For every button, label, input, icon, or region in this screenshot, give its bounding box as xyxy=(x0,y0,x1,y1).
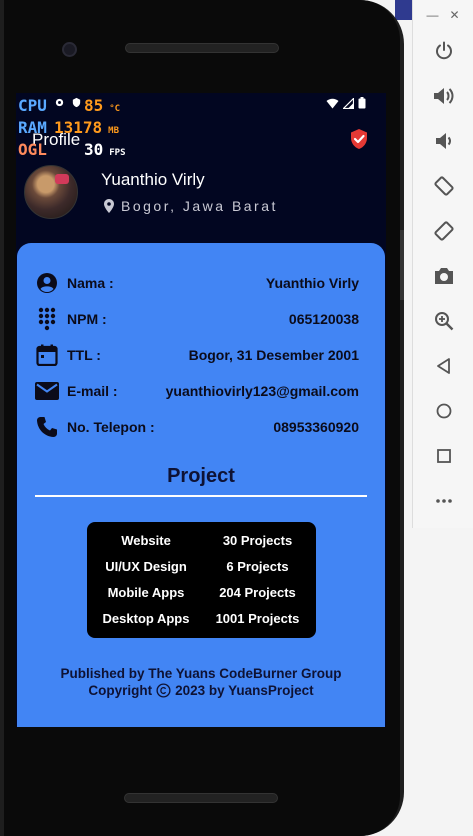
status-system-icons xyxy=(326,97,366,109)
camera-icon xyxy=(435,268,453,284)
wifi-icon xyxy=(326,98,339,108)
perf-unit: MB xyxy=(108,126,120,136)
profile-header: Yuanthio Virly Bogor, Jawa Barat xyxy=(24,165,384,221)
perf-row-ram: RAM 13178 MB xyxy=(18,117,126,139)
avatar[interactable] xyxy=(24,165,78,219)
zoom-icon xyxy=(435,312,454,331)
project-row: UI/UX Design 6 Projects xyxy=(87,553,316,579)
info-row-ttl: TTL : Bogor, 31 Desember 2001 xyxy=(35,337,359,373)
back-triangle-icon xyxy=(437,358,450,374)
project-count: 204 Projects xyxy=(219,584,296,600)
info-value: 08953360920 xyxy=(273,419,359,435)
close-icon[interactable]: ✕ xyxy=(449,8,459,22)
footer-publisher: Published by The Yuans CodeBurner Group xyxy=(60,666,342,681)
volume-up-icon xyxy=(434,88,454,104)
mail-icon xyxy=(35,379,59,403)
overview-button[interactable] xyxy=(431,443,457,469)
project-title: Project xyxy=(167,465,235,487)
copyright-icon xyxy=(156,683,171,698)
project-row: Desktop Apps 1001 Projects xyxy=(87,605,316,631)
info-list: Nama : Yuanthio Virly NPM : 065120038 TT… xyxy=(35,265,359,445)
project-table: Website 30 Projects UI/UX Design 6 Proje… xyxy=(87,522,316,638)
toolbar-window-controls: — ✕ xyxy=(413,0,473,22)
profile-card: Nama : Yuanthio Virly NPM : 065120038 TT… xyxy=(17,243,385,727)
screenshot-button[interactable] xyxy=(431,263,457,289)
info-label: NPM : xyxy=(67,311,107,327)
overview-square-icon xyxy=(437,449,451,463)
project-name: Desktop Apps xyxy=(102,610,190,626)
info-row-npm: NPM : 065120038 xyxy=(35,301,359,337)
emulator-toolbar: — ✕ xyxy=(412,0,473,528)
perf-row-ogl: OGL 30 FPS xyxy=(18,139,126,161)
more-dots-icon xyxy=(436,499,452,503)
account-icon xyxy=(35,271,59,295)
project-name: Website xyxy=(121,532,171,548)
calendar-icon xyxy=(35,343,59,367)
copyright-label: Copyright xyxy=(88,683,153,698)
perf-overlay: CPU 85 °C RAM 13178 MB OGL 30 FPS xyxy=(18,95,126,161)
info-row-name: Nama : Yuanthio Virly xyxy=(35,265,359,301)
minimize-icon[interactable]: — xyxy=(426,8,438,22)
copyright-text: 2023 by YuansProject xyxy=(175,683,314,698)
back-button[interactable] xyxy=(431,353,457,379)
rotate-right-button[interactable] xyxy=(431,218,457,244)
profile-location: Bogor, Jawa Barat xyxy=(104,198,278,214)
power-icon xyxy=(436,41,452,60)
perf-key: RAM xyxy=(18,118,47,137)
info-label: Nama : xyxy=(67,275,114,291)
project-name: Mobile Apps xyxy=(107,584,185,600)
perf-key: OGL xyxy=(18,140,47,159)
location-text: Bogor, Jawa Barat xyxy=(121,198,278,214)
project-count: 1001 Projects xyxy=(215,610,300,626)
perf-unit: FPS xyxy=(109,148,126,158)
signal-icon xyxy=(343,97,354,109)
footer-copyright: Copyright 2023 by YuansProject xyxy=(88,682,313,699)
power-button[interactable] xyxy=(431,38,457,64)
footer: Published by The Yuans CodeBurner Group … xyxy=(17,665,385,699)
volume-up-button[interactable] xyxy=(431,83,457,109)
project-row: Website 30 Projects xyxy=(87,527,316,553)
project-row: Mobile Apps 204 Projects xyxy=(87,579,316,605)
info-row-phone: No. Telepon : 08953360920 xyxy=(35,409,359,445)
earpiece-speaker xyxy=(125,43,279,53)
volume-down-icon xyxy=(436,133,451,149)
bottom-speaker xyxy=(124,793,278,803)
project-divider xyxy=(35,495,367,497)
dialpad-icon xyxy=(35,307,59,331)
shield-check-icon[interactable] xyxy=(348,128,370,150)
info-value: Yuanthio Virly xyxy=(265,275,359,291)
phone-icon xyxy=(35,415,59,439)
perf-value: 30 xyxy=(84,140,104,159)
info-value: Bogor, 31 Desember 2001 xyxy=(188,347,359,363)
more-button[interactable] xyxy=(431,488,457,514)
location-pin-icon xyxy=(104,199,114,213)
perf-value: 85 xyxy=(84,96,104,115)
perf-key: CPU xyxy=(18,96,47,115)
app-screen: Profile Yuanthio Virly Bogor, Jawa Barat… xyxy=(16,93,386,727)
front-camera xyxy=(62,42,77,57)
home-circle-icon xyxy=(436,403,452,419)
volume-down-button[interactable] xyxy=(431,128,457,154)
rotate-left-button[interactable] xyxy=(431,173,457,199)
perf-value: 13178 xyxy=(54,118,103,137)
project-count: 6 Projects xyxy=(226,558,289,574)
rotate-left-icon xyxy=(434,176,454,196)
phone-side-button[interactable] xyxy=(400,230,404,300)
profile-name: Yuanthio Virly xyxy=(101,170,205,189)
info-value: yuanthiovirly123@gmail.com xyxy=(165,383,359,399)
info-value: 065120038 xyxy=(288,311,359,327)
project-name: UI/UX Design xyxy=(105,558,187,574)
project-count: 30 Projects xyxy=(222,532,293,548)
rotate-right-icon xyxy=(434,221,454,241)
info-label: No. Telepon : xyxy=(67,419,155,435)
desktop-window-edge xyxy=(395,0,413,20)
battery-icon xyxy=(358,97,366,109)
info-label: TTL : xyxy=(67,347,101,363)
zoom-button[interactable] xyxy=(431,308,457,334)
perf-row-cpu: CPU 85 °C xyxy=(18,95,126,117)
home-button[interactable] xyxy=(431,398,457,424)
info-row-email: E-mail : yuanthiovirly123@gmail.com xyxy=(35,373,359,409)
perf-unit: °C xyxy=(109,104,121,114)
info-label: E-mail : xyxy=(67,383,118,399)
